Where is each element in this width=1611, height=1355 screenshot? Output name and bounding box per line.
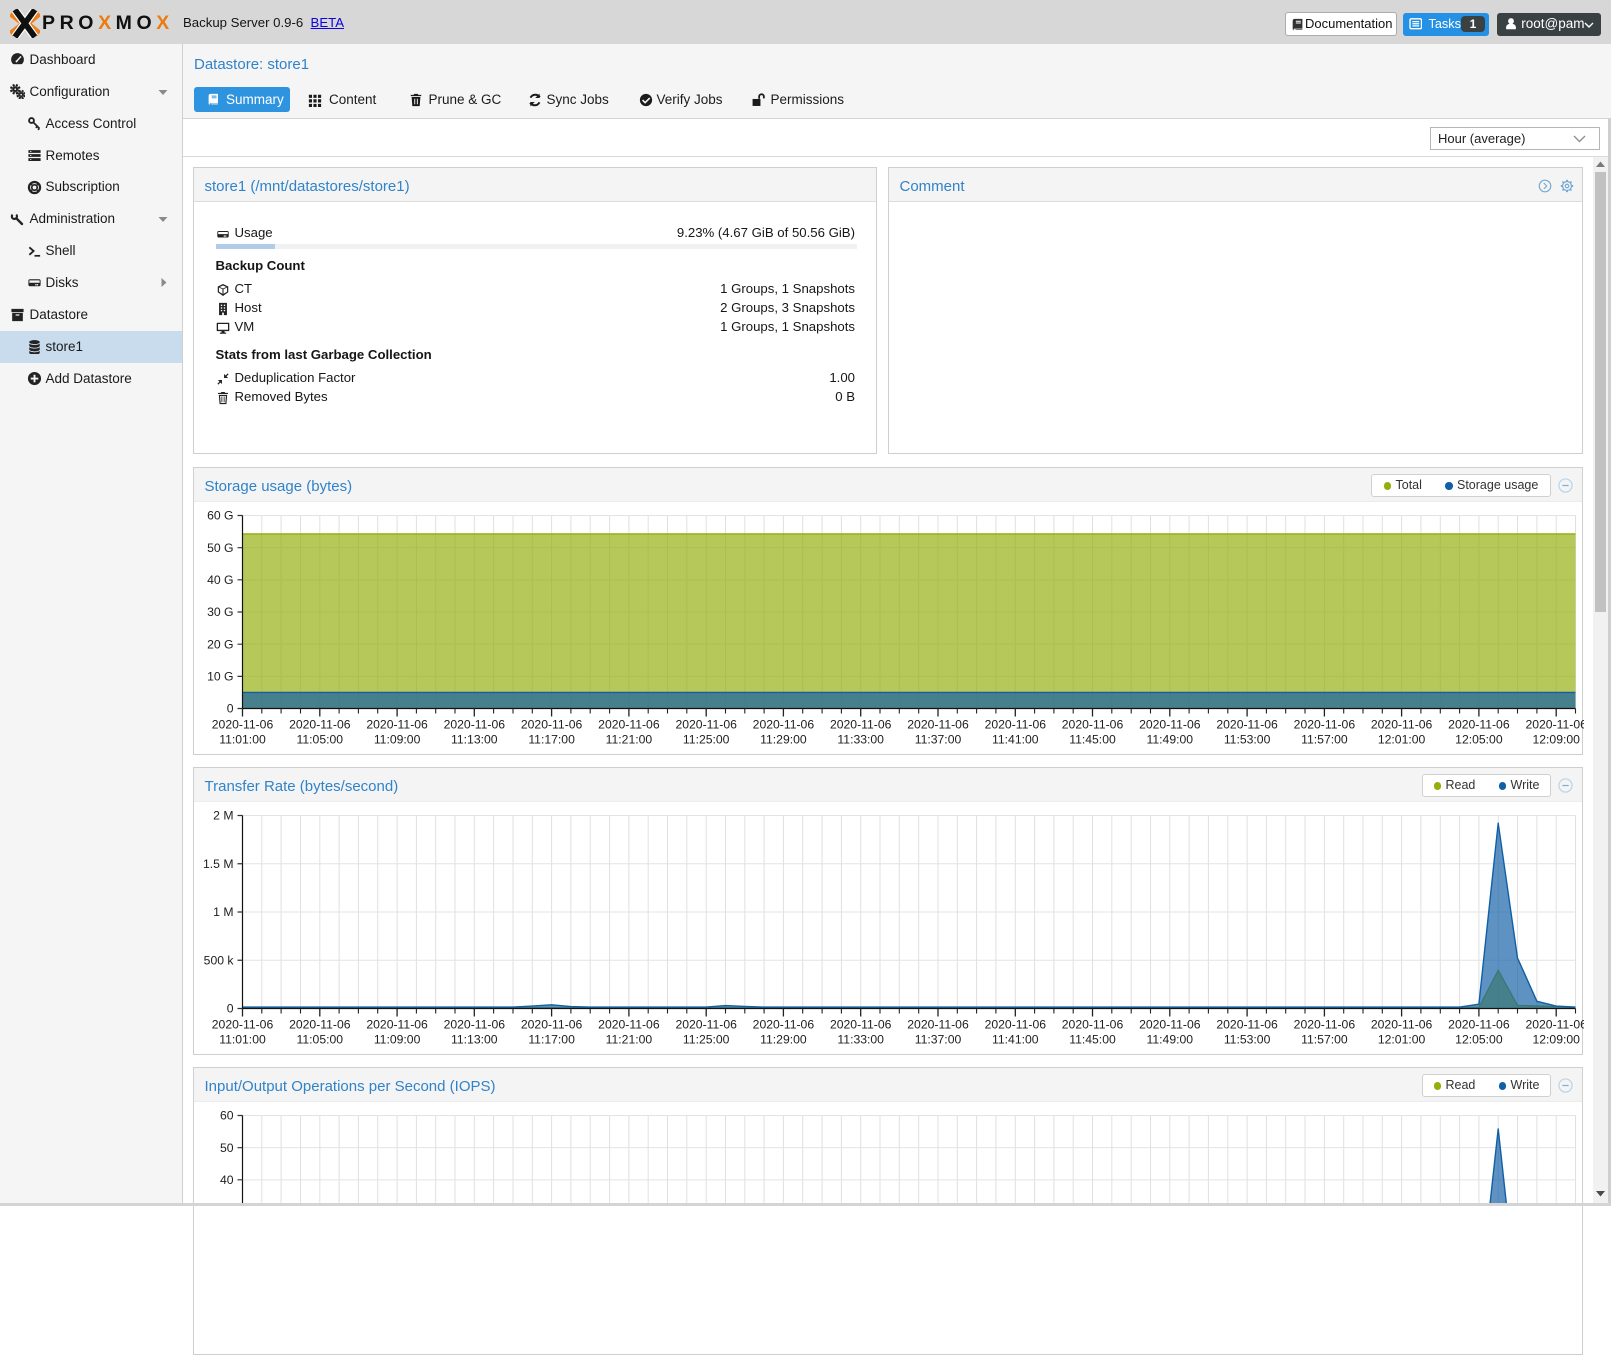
svg-text:2020-11-0612:05:00: 2020-11-0612:05:00 — [1448, 717, 1510, 746]
svg-text:2020-11-0611:17:00: 2020-11-0611:17:00 — [521, 717, 583, 746]
svg-text:2020-11-0611:01:00: 2020-11-0611:01:00 — [212, 717, 274, 746]
svg-text:30 G: 30 G — [207, 605, 233, 619]
svg-text:60: 60 — [220, 1108, 234, 1122]
svg-text:2020-11-0611:33:00: 2020-11-0611:33:00 — [830, 717, 892, 746]
svg-text:2020-11-0611:01:00: 2020-11-0611:01:00 — [212, 1017, 274, 1046]
svg-text:2020-11-0611:25:00: 2020-11-0611:25:00 — [675, 1017, 737, 1046]
svg-text:2020-11-0611:49:00: 2020-11-0611:49:00 — [1139, 1017, 1201, 1046]
svg-text:2020-11-0611:29:00: 2020-11-0611:29:00 — [753, 1017, 815, 1046]
svg-text:2020-11-0611:57:00: 2020-11-0611:57:00 — [1294, 717, 1356, 746]
svg-text:2020-11-0612:05:00: 2020-11-0612:05:00 — [1448, 1017, 1510, 1046]
svg-text:2020-11-0611:09:00: 2020-11-0611:09:00 — [366, 1017, 428, 1046]
svg-text:1 M: 1 M — [213, 905, 233, 919]
svg-text:2020-11-0611:05:00: 2020-11-0611:05:00 — [289, 717, 351, 746]
svg-text:2020-11-0612:09:00: 2020-11-0612:09:00 — [1525, 1017, 1584, 1046]
svg-text:50: 50 — [220, 1140, 234, 1154]
svg-text:0: 0 — [227, 701, 234, 715]
svg-text:2020-11-0611:13:00: 2020-11-0611:13:00 — [444, 717, 506, 746]
svg-text:2020-11-0611:41:00: 2020-11-0611:41:00 — [985, 717, 1047, 746]
svg-text:2020-11-0611:17:00: 2020-11-0611:17:00 — [521, 1017, 583, 1046]
svg-text:40 G: 40 G — [207, 573, 233, 587]
svg-text:50 G: 50 G — [207, 540, 233, 554]
svg-text:2020-11-0612:01:00: 2020-11-0612:01:00 — [1371, 1017, 1433, 1046]
svg-text:2020-11-0611:21:00: 2020-11-0611:21:00 — [598, 717, 660, 746]
svg-text:2020-11-0611:45:00: 2020-11-0611:45:00 — [1062, 1017, 1124, 1046]
svg-text:2020-11-0611:09:00: 2020-11-0611:09:00 — [366, 717, 428, 746]
svg-text:2020-11-0612:01:00: 2020-11-0612:01:00 — [1371, 717, 1433, 746]
svg-text:0: 0 — [227, 1001, 234, 1015]
svg-text:60 G: 60 G — [207, 508, 233, 522]
svg-text:2020-11-0611:29:00: 2020-11-0611:29:00 — [753, 717, 815, 746]
svg-text:2020-11-0611:49:00: 2020-11-0611:49:00 — [1139, 717, 1201, 746]
svg-text:2020-11-0611:57:00: 2020-11-0611:57:00 — [1294, 1017, 1356, 1046]
svg-text:2 M: 2 M — [213, 808, 233, 822]
svg-text:2020-11-0611:37:00: 2020-11-0611:37:00 — [907, 717, 969, 746]
svg-text:40: 40 — [220, 1173, 234, 1187]
svg-text:500 k: 500 k — [204, 953, 235, 967]
svg-text:2020-11-0611:33:00: 2020-11-0611:33:00 — [830, 1017, 892, 1046]
svg-text:2020-11-0611:41:00: 2020-11-0611:41:00 — [985, 1017, 1047, 1046]
svg-text:2020-11-0611:37:00: 2020-11-0611:37:00 — [907, 1017, 969, 1046]
svg-text:2020-11-0611:53:00: 2020-11-0611:53:00 — [1216, 717, 1278, 746]
svg-text:10 G: 10 G — [207, 669, 233, 683]
svg-text:2020-11-0611:25:00: 2020-11-0611:25:00 — [675, 717, 737, 746]
svg-text:2020-11-0611:21:00: 2020-11-0611:21:00 — [598, 1017, 660, 1046]
svg-text:2020-11-0611:05:00: 2020-11-0611:05:00 — [289, 1017, 351, 1046]
svg-text:2020-11-0612:09:00: 2020-11-0612:09:00 — [1525, 717, 1584, 746]
svg-text:20 G: 20 G — [207, 637, 233, 651]
svg-text:2020-11-0611:13:00: 2020-11-0611:13:00 — [444, 1017, 506, 1046]
svg-text:2020-11-0611:45:00: 2020-11-0611:45:00 — [1062, 717, 1124, 746]
svg-text:1.5 M: 1.5 M — [203, 856, 233, 870]
svg-text:2020-11-0611:53:00: 2020-11-0611:53:00 — [1216, 1017, 1278, 1046]
